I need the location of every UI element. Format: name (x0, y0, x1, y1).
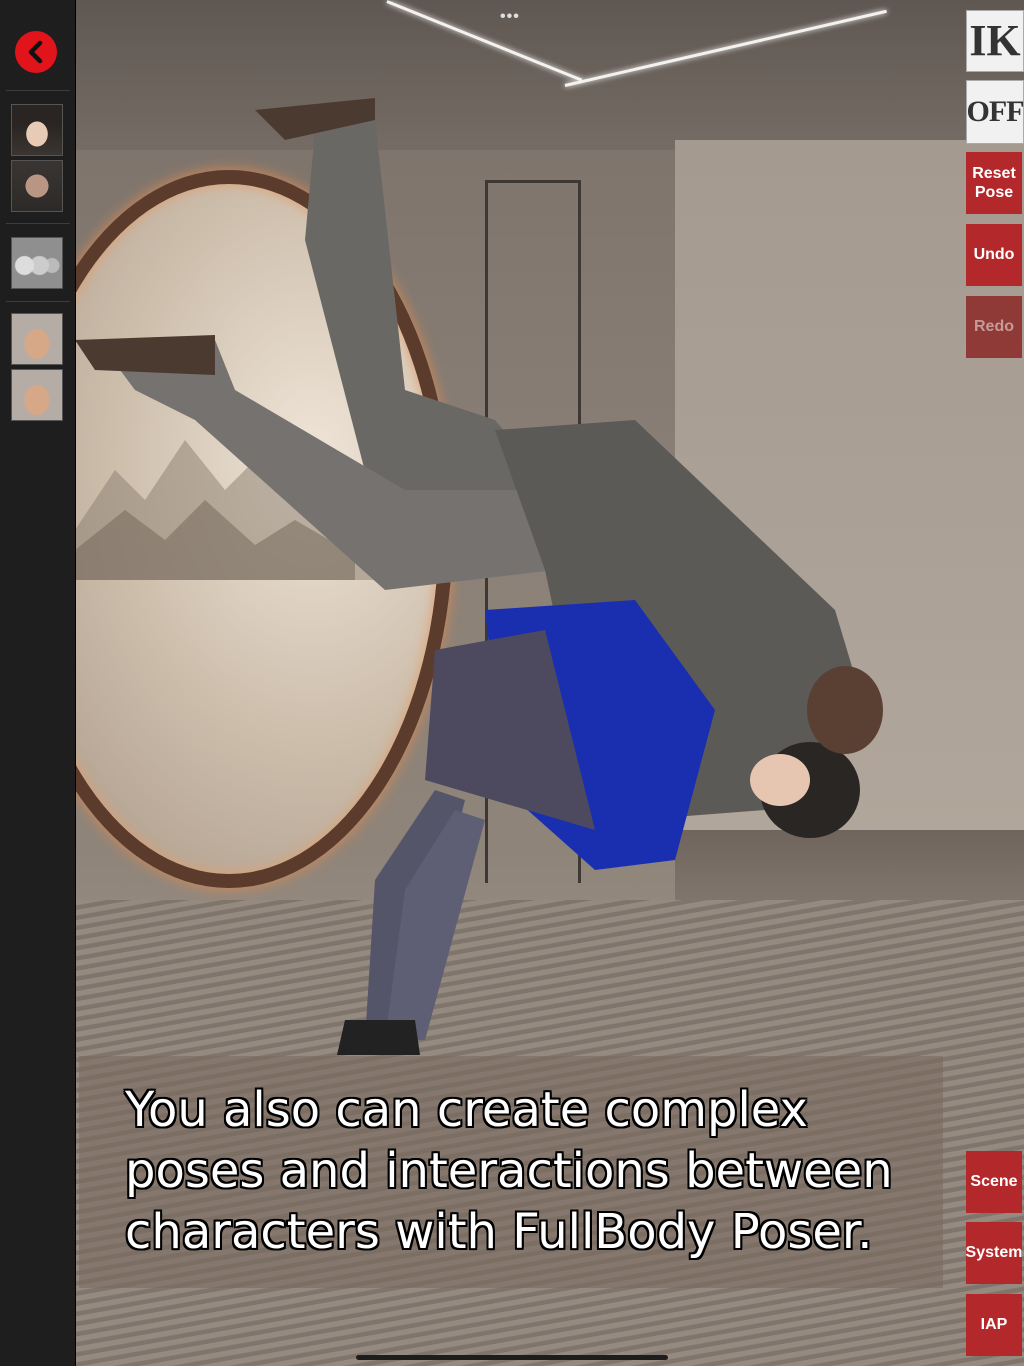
caption-line-1: You also can create complex (125, 1082, 808, 1138)
caption-line-3: characters with FullBody Poser. (125, 1204, 873, 1260)
posed-characters[interactable] (75, 90, 895, 1070)
hand-left-thumb[interactable] (11, 313, 63, 365)
left-sidebar (0, 0, 76, 1366)
character-female-thumb[interactable] (11, 104, 63, 156)
ik-off-button[interactable]: OFF (966, 80, 1024, 144)
caption-line-2: poses and interactions between (125, 1143, 893, 1199)
iap-button[interactable]: IAP (966, 1294, 1022, 1356)
redo-button[interactable]: Redo (966, 296, 1022, 358)
character-male-thumb[interactable] (11, 160, 63, 212)
caption-text: You also can create complex poses and in… (125, 1080, 925, 1263)
props-thumb[interactable] (11, 237, 63, 289)
scene-button[interactable]: Scene (966, 1151, 1022, 1213)
promo-caption: You also can create complex poses and in… (79, 1056, 943, 1288)
undo-button[interactable]: Undo (966, 224, 1022, 286)
chevron-left-icon (28, 40, 43, 64)
top-drag-handle[interactable]: ••• (500, 8, 520, 26)
back-button[interactable] (15, 31, 57, 73)
sidebar-divider (6, 90, 70, 91)
reset-pose-button[interactable]: Reset Pose (966, 152, 1022, 214)
reset-pose-label-line1: Reset (972, 164, 1016, 182)
system-button[interactable]: System (966, 1222, 1022, 1284)
ik-toggle-button[interactable]: IK (966, 10, 1024, 72)
sidebar-divider (6, 301, 70, 302)
reset-pose-label-line2: Pose (974, 184, 1014, 201)
sidebar-divider (6, 223, 70, 224)
home-indicator[interactable] (356, 1355, 668, 1360)
hand-right-thumb[interactable] (11, 369, 63, 421)
